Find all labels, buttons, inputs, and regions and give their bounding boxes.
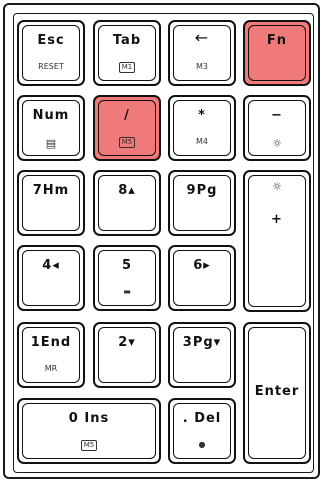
del-key[interactable]: . Del ● — [168, 398, 236, 464]
slash-key-label: / — [124, 108, 130, 123]
num-lock-key-label: Num — [32, 108, 70, 123]
five-key-label: 5 — [121, 258, 133, 273]
tab-key-label: Tab — [112, 33, 142, 48]
eight-key-label: 8▴ — [118, 183, 136, 198]
homing-bar-icon: ▬ — [123, 287, 131, 296]
zero-key-label: 0 Ins — [68, 411, 110, 426]
brightness-down-icon: ☼ — [272, 137, 282, 150]
esc-key-label: Esc — [37, 33, 65, 48]
backspace-arrow-icon: ← — [194, 28, 210, 47]
macro-m5-label: M5 — [118, 137, 136, 148]
nine-key[interactable]: 9Pg — [168, 170, 236, 236]
one-key[interactable]: 1End MR — [17, 322, 85, 388]
brightness-up-icon: ☼ — [272, 180, 282, 193]
fn-key-label: Fn — [266, 33, 288, 48]
five-key[interactable]: 5 ▬ — [93, 245, 161, 311]
del-key-label: . Del — [182, 411, 222, 426]
one-key-sublabel: MR — [44, 364, 58, 373]
backspace-key-sublabel: M3 — [196, 62, 208, 71]
nine-key-label: 9Pg — [186, 183, 218, 198]
esc-key[interactable]: Esc RESET — [17, 20, 85, 86]
three-key[interactable]: 3Pg▾ — [168, 322, 236, 388]
enter-key-label: Enter — [254, 384, 300, 399]
minus-key[interactable]: − ☼ — [243, 95, 311, 161]
plus-key[interactable]: ☼ + — [243, 170, 311, 312]
enter-key[interactable]: Enter — [243, 322, 311, 464]
backspace-key[interactable]: ← M3 — [168, 20, 236, 86]
macro-zero-label: M5 — [80, 440, 98, 451]
seven-key[interactable]: 7Hm — [17, 170, 85, 236]
asterisk-key[interactable]: * M4 — [168, 95, 236, 161]
seven-key-label: 7Hm — [32, 183, 70, 198]
two-key-label: 2▾ — [118, 335, 136, 350]
three-key-label: 3Pg▾ — [182, 335, 222, 350]
six-key-label: 6▸ — [193, 258, 211, 273]
tab-key[interactable]: Tab M1 — [93, 20, 161, 86]
asterisk-key-label: * — [198, 108, 206, 123]
fn-key[interactable]: Fn — [243, 20, 311, 86]
one-key-label: 1End — [30, 335, 72, 350]
esc-key-sublabel: RESET — [38, 62, 64, 71]
slash-key[interactable]: / M5 — [93, 95, 161, 161]
four-key-label: 4◂ — [42, 258, 60, 273]
minus-key-label: − — [271, 108, 283, 123]
macro-m1-label: M1 — [118, 62, 136, 73]
num-lock-key[interactable]: Num ▤ — [17, 95, 85, 161]
asterisk-key-sublabel: M4 — [196, 137, 208, 146]
eight-key[interactable]: 8▴ — [93, 170, 161, 236]
zero-key[interactable]: 0 Ins M5 — [17, 398, 161, 464]
four-key[interactable]: 4◂ — [17, 245, 85, 311]
num-lock-icon: ▤ — [45, 137, 57, 150]
plus-key-label: + — [271, 212, 283, 227]
two-key[interactable]: 2▾ — [93, 322, 161, 388]
del-key-icon: ● — [198, 440, 206, 449]
six-key[interactable]: 6▸ — [168, 245, 236, 311]
